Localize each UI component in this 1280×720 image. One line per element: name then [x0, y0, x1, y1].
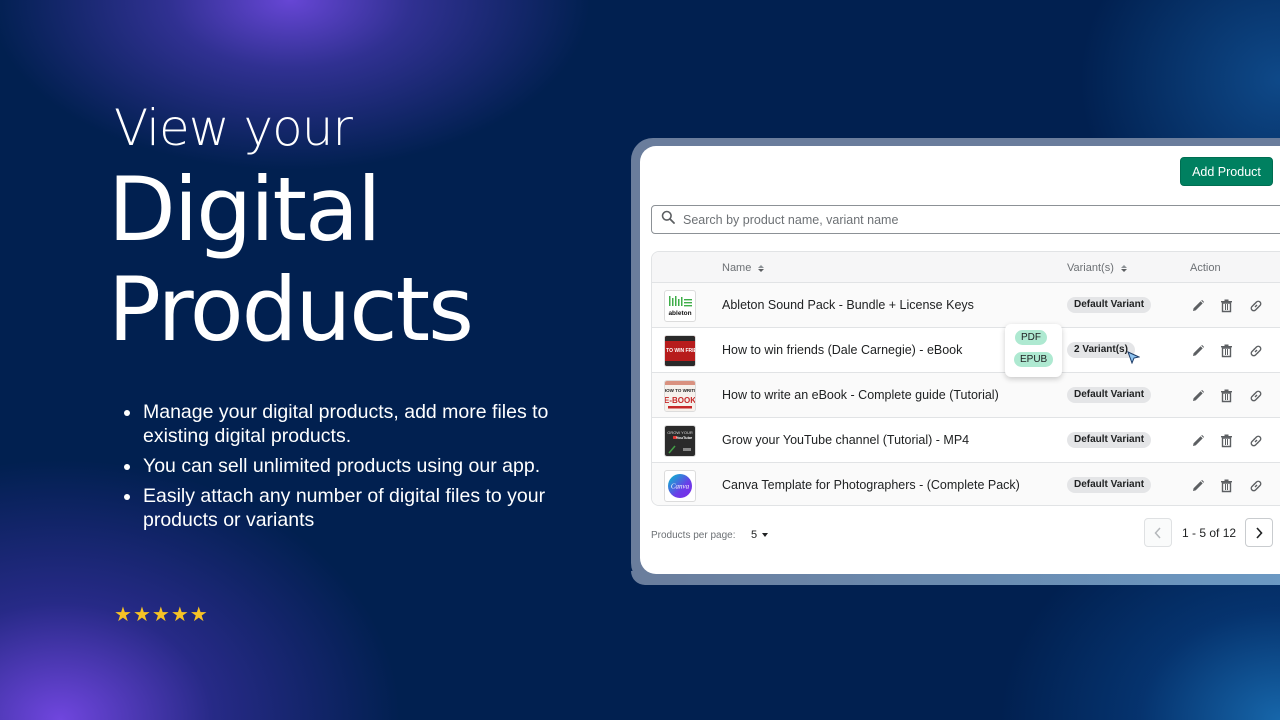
- link-icon[interactable]: [1247, 477, 1264, 494]
- table-row[interactable]: GROW YOUR YouTube Grow your YouTube chan…: [652, 418, 1280, 463]
- edit-icon[interactable]: [1189, 342, 1206, 359]
- link-icon[interactable]: [1247, 387, 1264, 404]
- caret-down-icon: [762, 533, 769, 537]
- variant-chip-epub[interactable]: EPUB: [1014, 352, 1054, 367]
- star-icon: ★: [132, 604, 151, 626]
- variant-badge[interactable]: Default Variant: [1067, 387, 1152, 403]
- variant-badge[interactable]: Default Variant: [1067, 432, 1152, 448]
- edit-icon[interactable]: [1189, 297, 1206, 314]
- product-thumbnail-youtube: GROW YOUR YouTube: [664, 425, 696, 457]
- edit-icon[interactable]: [1189, 477, 1206, 494]
- svg-text:Canva: Canva: [671, 483, 690, 491]
- link-icon[interactable]: [1247, 297, 1264, 314]
- table-row[interactable]: HOW TO WRITE E-BOOK How to write an eBoo…: [652, 373, 1280, 418]
- chevron-left-icon: [1154, 526, 1161, 539]
- product-name[interactable]: Grow your YouTube channel (Tutorial) - M…: [722, 433, 969, 447]
- star-icon: ★: [189, 604, 208, 626]
- column-name-header[interactable]: Name: [722, 262, 765, 274]
- sort-icon: [1120, 264, 1127, 272]
- delete-icon[interactable]: [1218, 342, 1235, 359]
- svg-text:YouTube: YouTube: [676, 435, 693, 440]
- link-icon[interactable]: [1247, 432, 1264, 449]
- table-row[interactable]: Canva Canva Template for Photographers -…: [652, 463, 1280, 505]
- row-actions: [1189, 432, 1264, 449]
- star-icon: ★: [114, 604, 132, 626]
- per-page-select[interactable]: 5: [751, 529, 769, 541]
- table-header: Name Variant(s) Action: [652, 252, 1280, 283]
- add-product-button[interactable]: Add Product: [1180, 157, 1273, 186]
- row-actions: [1189, 477, 1264, 494]
- variant-badge[interactable]: Default Variant: [1067, 297, 1152, 313]
- svg-text:HOW TO WIN FRIENDS: HOW TO WIN FRIENDS: [665, 348, 695, 354]
- previous-page-button[interactable]: [1144, 518, 1172, 547]
- per-page-label: Products per page:: [651, 530, 736, 541]
- per-page-value: 5: [751, 529, 758, 541]
- delete-icon[interactable]: [1218, 387, 1235, 404]
- product-thumbnail-how-to-win-friends: HOW TO WIN FRIENDS: [664, 335, 696, 367]
- hero-line-2: Digital: [108, 158, 381, 261]
- sort-icon: [758, 264, 765, 272]
- svg-text:E-BOOK: E-BOOK: [665, 396, 695, 405]
- variant-badge[interactable]: 2 Variant(s): [1067, 342, 1135, 358]
- svg-text:HOW TO WRITE: HOW TO WRITE: [665, 388, 695, 393]
- feature-item: Easily attach any number of digital file…: [122, 484, 572, 532]
- delete-icon[interactable]: [1218, 432, 1235, 449]
- product-thumbnail-ebook: HOW TO WRITE E-BOOK: [664, 380, 696, 412]
- feature-item: You can sell unlimited products using ou…: [122, 454, 572, 478]
- variant-badge[interactable]: Default Variant: [1067, 477, 1152, 493]
- hero-line-1: View your: [114, 99, 353, 157]
- star-icon: ★: [170, 604, 189, 626]
- variant-popover: PDF EPUB: [1005, 324, 1062, 377]
- row-actions: [1189, 342, 1264, 359]
- star-icon: ★: [151, 604, 170, 626]
- product-thumbnail-canva: Canva: [664, 470, 696, 502]
- hero-heading: View your Digital Products: [108, 96, 474, 361]
- hero-line-3: Products: [108, 258, 474, 361]
- table-row[interactable]: ableton Ableton Sound Pack - Bundle + Li…: [652, 283, 1280, 328]
- column-variants-header[interactable]: Variant(s): [1067, 262, 1127, 274]
- table-body: ableton Ableton Sound Pack - Bundle + Li…: [652, 283, 1280, 505]
- chevron-right-icon: [1256, 526, 1263, 539]
- mouse-cursor-icon: [1127, 351, 1141, 369]
- delete-icon[interactable]: [1218, 297, 1235, 314]
- link-icon[interactable]: [1247, 342, 1264, 359]
- delete-icon[interactable]: [1218, 477, 1235, 494]
- product-name[interactable]: Ableton Sound Pack - Bundle + License Ke…: [722, 298, 974, 312]
- column-action-header: Action: [1190, 262, 1221, 274]
- next-page-button[interactable]: [1245, 518, 1273, 547]
- table-row[interactable]: HOW TO WIN FRIENDS How to win friends (D…: [652, 328, 1280, 373]
- feature-item: Manage your digital products, add more f…: [122, 400, 572, 448]
- edit-icon[interactable]: [1189, 387, 1206, 404]
- column-action-label: Action: [1190, 262, 1221, 274]
- product-name[interactable]: How to write an eBook - Complete guide (…: [722, 388, 999, 402]
- app-panel: Add Product Name Variant(s) Action: [640, 146, 1280, 574]
- edit-icon[interactable]: [1189, 432, 1206, 449]
- row-actions: [1189, 387, 1264, 404]
- column-name-label: Name: [722, 262, 752, 274]
- svg-text:ableton: ableton: [668, 310, 691, 317]
- search-field[interactable]: [651, 205, 1280, 234]
- products-table: Name Variant(s) Action ableton Ableton S…: [651, 251, 1280, 506]
- star-rating: ★ ★ ★ ★ ★: [114, 605, 208, 625]
- row-actions: [1189, 297, 1264, 314]
- product-name[interactable]: Canva Template for Photographers - (Comp…: [722, 478, 1020, 492]
- product-name[interactable]: How to win friends (Dale Carnegie) - eBo…: [722, 343, 962, 357]
- product-thumbnail-ableton: ableton: [664, 290, 696, 322]
- feature-list: Manage your digital products, add more f…: [122, 400, 572, 538]
- search-icon: [661, 210, 675, 229]
- variant-chip-pdf[interactable]: PDF: [1015, 330, 1047, 345]
- search-input[interactable]: [683, 212, 1183, 227]
- column-variants-label: Variant(s): [1067, 262, 1114, 274]
- pagination-range: 1 - 5 of 12: [1182, 526, 1237, 540]
